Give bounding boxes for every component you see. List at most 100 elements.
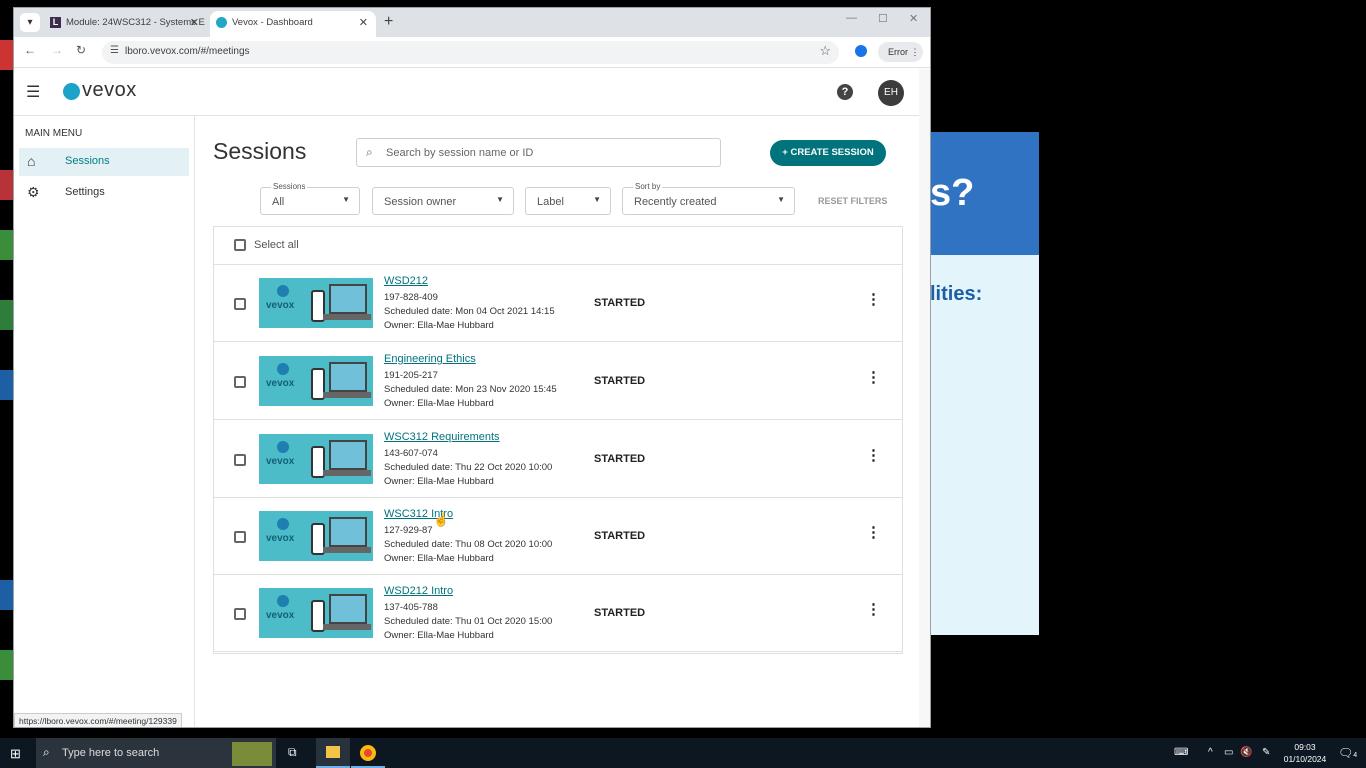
address-bar[interactable]: ☰ lboro.vevox.com/#/meetings ☆ <box>102 41 839 64</box>
session-scheduled-date: Scheduled date: Thu 01 Oct 2020 15:00 <box>384 616 553 627</box>
row-checkbox[interactable] <box>234 298 246 310</box>
gear-icon: ⚙ <box>27 184 40 200</box>
desktop-shortcut-icon[interactable] <box>0 580 14 610</box>
error-button[interactable]: Error ⋮ <box>878 42 923 62</box>
background-window[interactable]: s? lities: <box>930 132 1039 635</box>
tab-module[interactable]: L Module: 24WSC312 - Systems E ✕ <box>44 11 207 37</box>
sidebar-item-sessions[interactable]: ⌂ Sessions <box>19 148 189 176</box>
more-options-icon[interactable]: ⋮ <box>866 448 881 463</box>
session-owner-filter[interactable]: Session owner ▼ <box>372 187 514 215</box>
close-tab-icon[interactable]: ✕ <box>359 11 368 35</box>
pen-icon[interactable]: ✎ <box>1262 747 1270 758</box>
more-options-icon[interactable]: ⋮ <box>866 602 881 617</box>
session-thumbnail[interactable]: vevox <box>259 356 373 406</box>
vevox-page: ☰ vevox ? EH MAIN MENU ⌂ Sessions ⚙ Sett… <box>14 69 919 727</box>
avatar[interactable]: EH <box>878 80 904 106</box>
hamburger-menu-icon[interactable]: ☰ <box>26 82 40 102</box>
session-thumbnail[interactable]: vevox <box>259 511 373 561</box>
search-input[interactable] <box>386 144 706 162</box>
bookmark-star-icon[interactable]: ☆ <box>819 43 831 59</box>
table-row[interactable]: vevox WSC312 Intro 127-929-87 Scheduled … <box>214 498 902 575</box>
profile-icon[interactable] <box>855 45 867 57</box>
sessions-filter[interactable]: Sessions All ▼ <box>260 182 360 215</box>
desktop-shortcut-icon[interactable] <box>0 170 14 200</box>
minimize-icon[interactable]: — <box>846 12 857 24</box>
sidebar: MAIN MENU ⌂ Sessions ⚙ Settings <box>14 116 195 727</box>
forward-icon[interactable]: → <box>51 43 63 57</box>
desktop-shortcut-icon[interactable] <box>0 650 14 680</box>
thumbnail-brand: vevox <box>266 610 295 621</box>
table-row[interactable]: vevox Engineering Ethics 191-205-217 Sch… <box>214 343 902 420</box>
desktop-shortcut-icon[interactable] <box>0 370 14 400</box>
session-owner: Owner: Ella-Mae Hubbard <box>384 320 494 331</box>
search-box[interactable]: ⌕ <box>356 138 721 167</box>
search-highlight-icon[interactable] <box>232 742 272 766</box>
tab-vevox-dashboard[interactable]: Vevox - Dashboard ✕ <box>210 11 376 37</box>
session-title-link[interactable]: WSC312 Requirements <box>384 431 500 443</box>
session-thumbnail[interactable]: vevox <box>259 588 373 638</box>
help-icon[interactable]: ? <box>837 84 853 100</box>
desktop-shortcut-icon[interactable] <box>0 40 14 70</box>
more-options-icon[interactable]: ⋮ <box>866 525 881 540</box>
more-options-icon[interactable]: ⋮ <box>866 292 881 307</box>
maximize-icon[interactable]: ☐ <box>878 12 888 25</box>
desktop-shortcut-icon[interactable] <box>0 300 14 330</box>
session-thumbnail[interactable]: vevox <box>259 434 373 484</box>
select-all-label: Select all <box>254 239 299 251</box>
chrome-button[interactable] <box>351 738 385 768</box>
filter-label: Sessions <box>271 182 308 191</box>
clock[interactable]: 09:03 01/10/2024 <box>1280 741 1330 765</box>
row-checkbox[interactable] <box>234 608 246 620</box>
main-content: Sessions ⌕ + CREATE SESSION Sessions All… <box>196 116 919 727</box>
session-thumbnail[interactable]: vevox <box>259 278 373 328</box>
row-checkbox[interactable] <box>234 376 246 388</box>
vertical-scrollbar[interactable] <box>919 69 930 727</box>
session-scheduled-date: Scheduled date: Mon 04 Oct 2021 14:15 <box>384 306 555 317</box>
reset-filters-button[interactable]: RESET FILTERS <box>818 196 887 206</box>
back-icon[interactable]: ← <box>24 43 36 57</box>
tab-search-button[interactable]: ▾ <box>20 13 40 32</box>
chevron-up-icon[interactable]: ^ <box>1208 747 1213 758</box>
url-text[interactable]: lboro.vevox.com/#/meetings <box>125 46 250 57</box>
label-filter[interactable]: Label ▼ <box>525 187 611 215</box>
sort-by-filter[interactable]: Sort by Recently created ▼ <box>622 182 795 215</box>
close-tab-icon[interactable]: ✕ <box>190 11 199 35</box>
filter-value: Label <box>537 196 564 208</box>
notification-count: 4 <box>1353 752 1358 759</box>
session-title-link[interactable]: Engineering Ethics <box>384 353 476 365</box>
vevox-logo-icon <box>63 83 80 100</box>
vevox-logo-icon <box>277 441 289 453</box>
background-window-heading: s? <box>930 172 975 214</box>
volume-muted-icon[interactable]: 🔇 <box>1240 747 1252 758</box>
chevron-down-icon: ▼ <box>777 195 785 204</box>
status-badge: STARTED <box>594 297 646 309</box>
row-checkbox[interactable] <box>234 454 246 466</box>
close-window-icon[interactable]: ✕ <box>909 12 918 25</box>
create-session-button[interactable]: + CREATE SESSION <box>770 140 886 166</box>
site-info-icon[interactable]: ☰ <box>110 45 119 56</box>
select-all-checkbox[interactable] <box>234 239 246 251</box>
desktop-shortcut-icon[interactable] <box>0 230 14 260</box>
search-icon: ⌕ <box>366 145 373 159</box>
network-icon[interactable]: ▭ <box>1224 747 1233 758</box>
sidebar-item-settings[interactable]: ⚙ Settings <box>19 179 189 207</box>
new-tab-button[interactable]: + <box>384 11 393 33</box>
taskbar-search-placeholder: Type here to search <box>62 747 160 759</box>
tab-title: Vevox - Dashboard <box>232 17 313 28</box>
session-title-link[interactable]: WSD212 <box>384 275 428 287</box>
thumbnail-brand: vevox <box>266 456 295 467</box>
keyboard-icon[interactable]: ⌨ <box>1174 747 1188 758</box>
reload-icon[interactable]: ↻ <box>76 43 86 57</box>
row-checkbox[interactable] <box>234 531 246 543</box>
task-view-icon[interactable]: ⧉ <box>288 745 297 760</box>
more-options-icon[interactable]: ⋮ <box>866 370 881 385</box>
file-explorer-button[interactable] <box>316 738 350 768</box>
sidebar-item-label: Sessions <box>65 155 110 167</box>
select-all-row: Select all <box>214 227 902 265</box>
notification-icon[interactable]: 🗨4 <box>1338 746 1357 760</box>
table-row[interactable]: vevox WSD212 197-828-409 Scheduled date:… <box>214 265 902 342</box>
windows-start-icon[interactable]: ⊞ <box>10 746 21 762</box>
table-row[interactable]: vevox WSD212 Intro 137-405-788 Scheduled… <box>214 575 902 652</box>
session-title-link[interactable]: WSD212 Intro <box>384 585 453 597</box>
table-row[interactable]: vevox WSC312 Requirements 143-607-074 Sc… <box>214 421 902 498</box>
